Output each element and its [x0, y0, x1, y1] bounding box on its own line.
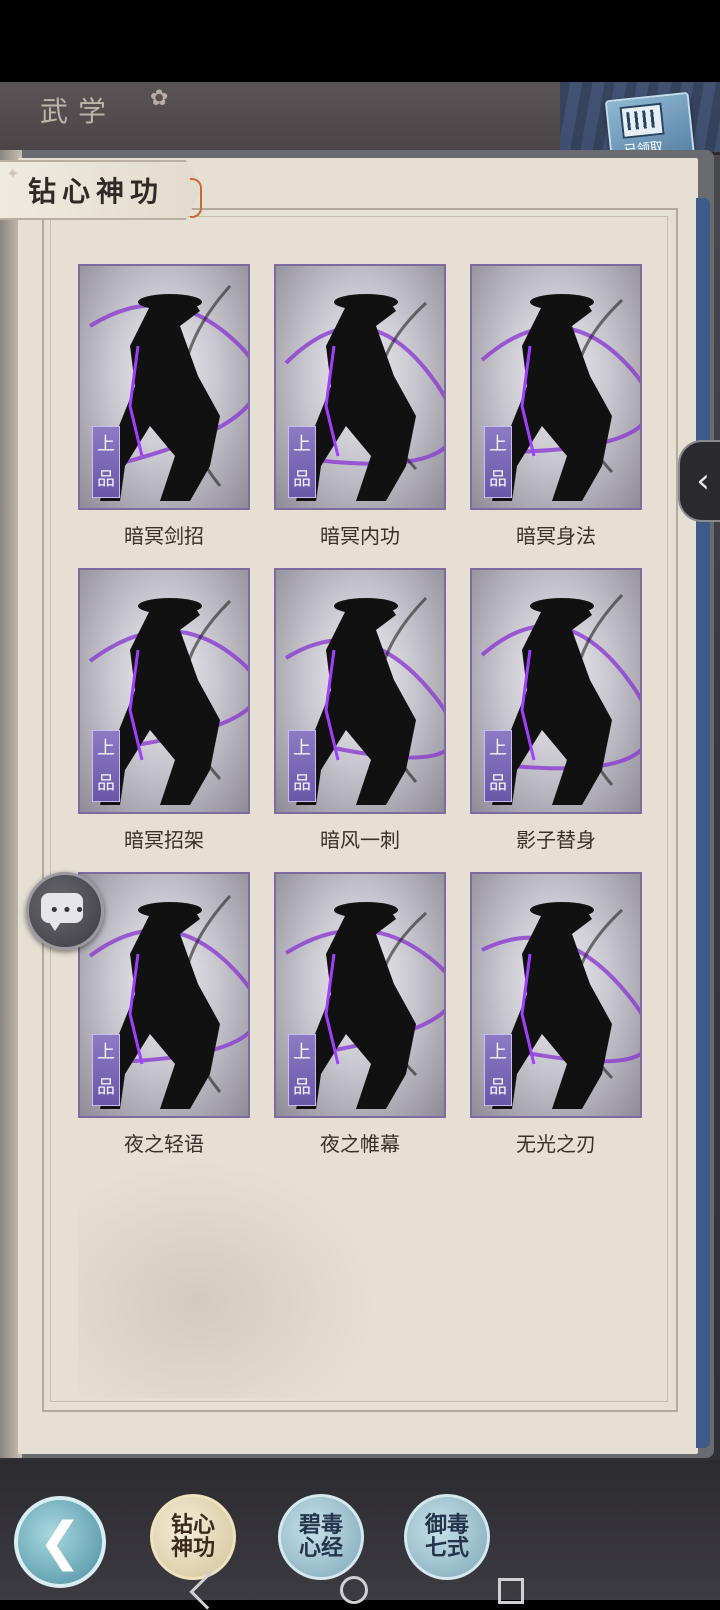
- grade-char: 品: [97, 468, 115, 490]
- blossom-icon: ✿: [150, 86, 169, 111]
- skill-card[interactable]: 上品: [470, 872, 642, 1118]
- skill-name: 夜之帷幕: [320, 1132, 400, 1156]
- grade-char: 品: [97, 772, 115, 794]
- grade-char: 品: [293, 772, 311, 794]
- chat-button[interactable]: •••: [26, 872, 104, 950]
- tab-bidu-xinjing[interactable]: 碧毒心经: [278, 1494, 364, 1580]
- grade-badge: 上品: [288, 730, 316, 802]
- skill-name: 暗冥内功: [320, 524, 400, 548]
- grade-badge: 上品: [484, 1034, 512, 1106]
- system-recents-icon[interactable]: [498, 1578, 524, 1604]
- skill-card[interactable]: 上品: [78, 568, 250, 814]
- tab-yudu-qishi[interactable]: 御毒七式: [404, 1494, 490, 1580]
- grade-char: 品: [489, 1076, 507, 1098]
- grade-badge: 上品: [484, 730, 512, 802]
- side-panel-toggle[interactable]: ‹: [678, 440, 720, 522]
- grade-char: 品: [489, 468, 507, 490]
- skill-card[interactable]: 上品: [274, 264, 446, 510]
- tab-label: 御毒七式: [424, 1511, 469, 1561]
- skill-name: 暗冥身法: [516, 524, 596, 548]
- page-title: 武学: [40, 95, 117, 128]
- skill-card[interactable]: 上品: [470, 568, 642, 814]
- skill-card[interactable]: 上品: [274, 872, 446, 1118]
- grade-char: 上: [97, 433, 115, 455]
- chevron-left-icon: ‹: [696, 461, 710, 501]
- grade-char: 上: [489, 1041, 507, 1063]
- tab-zuanxin-shengong[interactable]: 钻心神功: [150, 1494, 236, 1580]
- skill-name: 影子替身: [516, 828, 596, 852]
- grade-char: 品: [293, 1076, 311, 1098]
- grade-char: 品: [489, 772, 507, 794]
- star-icon: ✦: [6, 164, 20, 183]
- skill-card[interactable]: 上品: [78, 264, 250, 510]
- building-icon: [619, 102, 665, 139]
- grade-char: 品: [97, 1076, 115, 1098]
- chat-dots: •••: [49, 900, 87, 921]
- grade-char: 上: [293, 433, 311, 455]
- ink-wash-decoration: [78, 1158, 378, 1398]
- grade-badge: 上品: [92, 730, 120, 802]
- grade-badge: 上品: [484, 426, 512, 498]
- grade-badge: 上品: [288, 1034, 316, 1106]
- grade-char: 上: [489, 737, 507, 759]
- grade-badge: 上品: [92, 426, 120, 498]
- grade-badge: 上品: [92, 1034, 120, 1106]
- section-title: 钻心神功: [28, 175, 165, 208]
- skill-card[interactable]: 上品: [274, 568, 446, 814]
- skill-name: 暗冥剑招: [124, 524, 204, 548]
- skill-name: 无光之刃: [516, 1132, 596, 1156]
- back-arrow-icon: ❮: [38, 1512, 82, 1572]
- grade-char: 上: [97, 737, 115, 759]
- grade-char: 品: [293, 468, 311, 490]
- ribbon-decoration: [190, 178, 202, 218]
- book-cover-edge: [696, 198, 710, 1448]
- skill-card[interactable]: 上品: [470, 264, 642, 510]
- tab-label: 钻心神功: [170, 1511, 215, 1561]
- grade-char: 上: [293, 737, 311, 759]
- skill-name: 暗冥招架: [124, 828, 204, 852]
- grade-badge: 上品: [288, 426, 316, 498]
- tab-label: 碧毒心经: [298, 1511, 343, 1561]
- skill-name: 夜之轻语: [124, 1132, 204, 1156]
- status-bar: [0, 0, 720, 82]
- grade-char: 上: [97, 1041, 115, 1063]
- grade-char: 上: [489, 433, 507, 455]
- back-button[interactable]: ❮: [14, 1496, 106, 1588]
- skill-name: 暗风一刺: [320, 828, 400, 852]
- section-title-tab: ✦ 钻心神功: [0, 160, 202, 220]
- grade-char: 上: [293, 1041, 311, 1063]
